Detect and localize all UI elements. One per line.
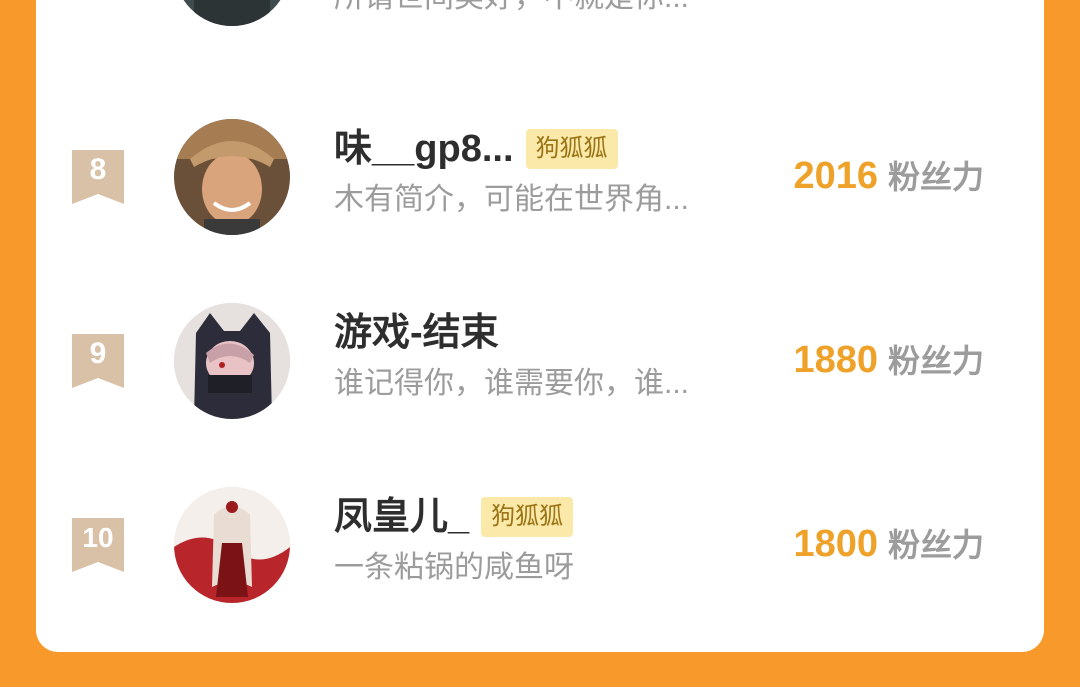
fan-power: 1800 粉丝力 <box>793 519 984 577</box>
fan-power-value: 1880 <box>793 339 878 381</box>
avatar[interactable] <box>174 303 290 419</box>
list-item[interactable]: 9 游戏-结束 谁记得你，谁需要你，谁... 1880 粉丝力 <box>36 302 1044 422</box>
avatar[interactable] <box>174 487 290 603</box>
fan-power-unit: 粉丝力 <box>887 159 984 195</box>
badge: 狗狐狐 <box>525 129 618 169</box>
bio-text: 一条粘锅的咸鱼呀 <box>334 551 574 584</box>
user-name-text: 凤皇儿_ <box>334 496 470 538</box>
fan-power-value: 1800 <box>793 523 878 565</box>
fan-power: 2016 粉丝力 <box>793 151 984 209</box>
list-item-partial[interactable]: 所谓世间美好，不就是你... <box>36 0 1044 60</box>
fan-power-unit: 粉丝力 <box>887 527 984 563</box>
list-item[interactable]: 10 凤皇儿_ 狗狐狐 一条粘锅的咸鱼呀 1800 粉丝力 <box>36 486 1044 606</box>
rank-number: 9 <box>89 337 107 370</box>
rank-number: 8 <box>89 153 107 186</box>
fan-power: 1880 粉丝力 <box>793 335 984 393</box>
user-name[interactable]: 味__gp8... 狗狐狐 <box>334 124 618 174</box>
fan-power-value: 2016 <box>793 155 878 197</box>
fan-power-unit: 粉丝力 <box>887 343 984 379</box>
rank-number: 10 <box>82 522 114 553</box>
badge: 狗狐狐 <box>481 497 574 537</box>
rank-ribbon: 8 <box>72 150 124 204</box>
user-name[interactable]: 凤皇儿_ 狗狐狐 <box>334 492 574 542</box>
user-name[interactable]: 游戏-结束 <box>334 308 499 358</box>
avatar[interactable] <box>174 0 290 26</box>
user-name-text: 味__gp8... <box>334 128 514 170</box>
list-item[interactable]: 8 味__gp8... 狗狐狐 木有简介，可能在世界角... 2016 粉丝力 <box>36 118 1044 238</box>
avatar[interactable] <box>174 119 290 235</box>
user-name-text: 游戏-结束 <box>334 312 499 354</box>
bio-text: 谁记得你，谁需要你，谁... <box>334 367 690 400</box>
bio-text: 所谓世间美好，不就是你... <box>334 0 689 18</box>
ranking-card: 所谓世间美好，不就是你... 8 味__gp8... 狗狐狐 木有简介，可能在世… <box>36 0 1044 652</box>
bio-text: 木有简介，可能在世界角... <box>334 183 690 216</box>
rank-ribbon: 10 <box>72 518 124 572</box>
rank-ribbon: 9 <box>72 334 124 388</box>
